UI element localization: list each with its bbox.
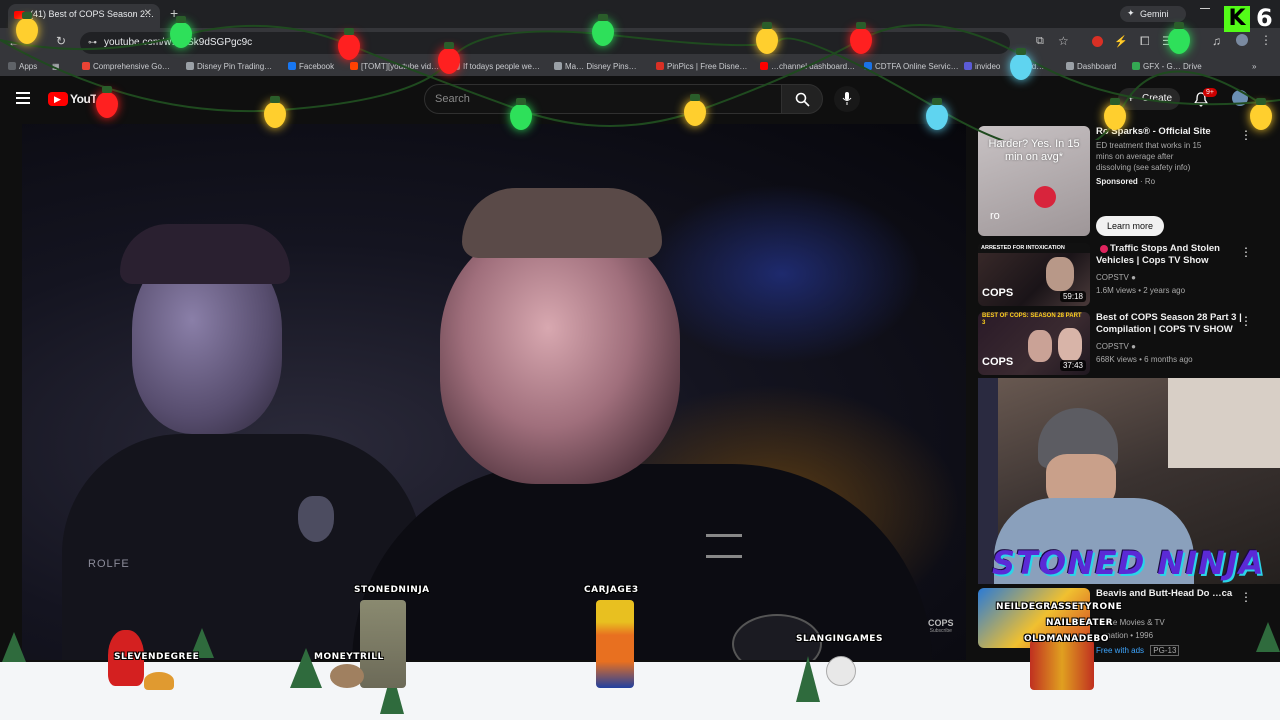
- goku-sprite: [596, 600, 634, 688]
- streamer-banner: STONED NINJA: [992, 544, 1265, 582]
- cops-watermark[interactable]: COPS Subscribe: [928, 618, 954, 634]
- verified-icon: ●: [1131, 273, 1136, 282]
- ad-product-image: [1034, 186, 1056, 208]
- thumb-face: [1058, 328, 1082, 362]
- chatter-username: CARJAGE3: [584, 585, 639, 595]
- thumb-logo: COPS: [982, 356, 1014, 368]
- learn-more-button[interactable]: Learn more: [1096, 216, 1164, 236]
- video-player[interactable]: ROLFE COPS Subscribe: [22, 124, 966, 660]
- officer-right-face: [440, 224, 680, 484]
- light-string-wire: [0, 24, 1280, 140]
- more-options-icon[interactable]: ⋮: [1240, 245, 1252, 259]
- burger-sprite: [144, 672, 174, 690]
- sponsored-label: Sponsored: [1096, 177, 1138, 186]
- watermark-text: COPS: [928, 618, 954, 628]
- chatter-username: STONEDNINJA: [354, 585, 430, 595]
- officer-left-hair: [120, 224, 290, 284]
- chatter-username: SLANGINGAMES: [796, 634, 883, 644]
- advertiser-name: Ro: [1144, 177, 1156, 186]
- video-title[interactable]: Traffic Stops And Stolen Vehicles | Cops…: [1096, 243, 1256, 267]
- wall-background: [1168, 378, 1280, 468]
- video-title[interactable]: Best of COPS Season 28 Part 3 | Compilat…: [1096, 312, 1256, 336]
- video-thumbnail[interactable]: BEST OF COPS: SEASON 28 PART 3 COPS 37:4…: [978, 312, 1090, 375]
- rating-badge: PG-13: [1150, 645, 1180, 656]
- sergeant-stripes: [706, 534, 742, 558]
- thumb-logo: COPS: [982, 287, 1014, 299]
- channel-name[interactable]: COPSTV: [1096, 342, 1129, 351]
- chatter-username: NEILDEGRASSETYRONE: [996, 602, 1123, 612]
- pine-tree: [2, 632, 26, 662]
- chatter-username: NAILBEATER: [1046, 618, 1114, 628]
- more-options-icon[interactable]: ⋮: [1240, 590, 1252, 604]
- video-title[interactable]: Beavis and Butt-Head Do …ca: [1096, 588, 1256, 600]
- name-tag: ROLFE: [88, 558, 130, 570]
- thumb-face: [1028, 330, 1052, 362]
- video-duration: 37:43: [1059, 360, 1086, 371]
- video-thumbnail[interactable]: ARRESTED FOR INTOXICATION COPS 59:18: [978, 243, 1090, 306]
- video-meta: 668K views • 6 months ago: [1096, 355, 1193, 364]
- blue-light-glow: [642, 184, 922, 364]
- watermark-subscribe: Subscribe: [929, 628, 952, 634]
- potato-sprite: [330, 664, 364, 688]
- ad-brand: ro: [990, 210, 1000, 222]
- verified-icon: ●: [1131, 342, 1136, 351]
- pine-tree: [796, 656, 820, 702]
- related-video[interactable]: Beavis and Butt-Head Do …ca …ube Movies …: [978, 588, 1278, 660]
- related-video[interactable]: BEST OF COPS: SEASON 28 PART 3 COPS 37:4…: [978, 312, 1278, 376]
- thumb-face: [1046, 257, 1074, 291]
- chatter-username: SLEVENDEGREE: [114, 652, 200, 662]
- officer-right-hair: [462, 188, 662, 258]
- pine-tree: [1256, 622, 1280, 652]
- chatter-username: MONEYTRILL: [314, 652, 384, 662]
- fighter-sprite: [1030, 640, 1094, 690]
- video-meta: 1.6M views • 2 years ago: [1096, 286, 1186, 295]
- channel-name[interactable]: COPSTV: [1096, 273, 1129, 282]
- chatter-username: OLDMANADEBO: [1024, 634, 1109, 644]
- ad-thumbnail[interactable]: Harder? Yes. In 15 min on avg* ro: [978, 126, 1090, 236]
- video-duration: 59:18: [1059, 291, 1086, 302]
- related-video[interactable]: ARRESTED FOR INTOXICATION COPS 59:18 Tra…: [978, 243, 1278, 307]
- badge-emblem: [298, 496, 334, 542]
- free-with-ads-label: Free with ads: [1096, 646, 1145, 655]
- ad-thumb-text: Harder? Yes. In 15 min on avg*: [988, 138, 1080, 163]
- sponsored-ad[interactable]: Harder? Yes. In 15 min on avg* ro Ro Spa…: [978, 126, 1278, 238]
- thumb-banner: ARRESTED FOR INTOXICATION: [978, 243, 1090, 253]
- ad-description: ED treatment that works in 15 mins on av…: [1096, 141, 1202, 172]
- more-options-icon[interactable]: ⋮: [1240, 314, 1252, 328]
- white-creature-sprite: [826, 656, 856, 686]
- master-chief-sprite: [360, 600, 406, 688]
- thumb-banner: BEST OF COPS: SEASON 28 PART 3: [982, 313, 1082, 326]
